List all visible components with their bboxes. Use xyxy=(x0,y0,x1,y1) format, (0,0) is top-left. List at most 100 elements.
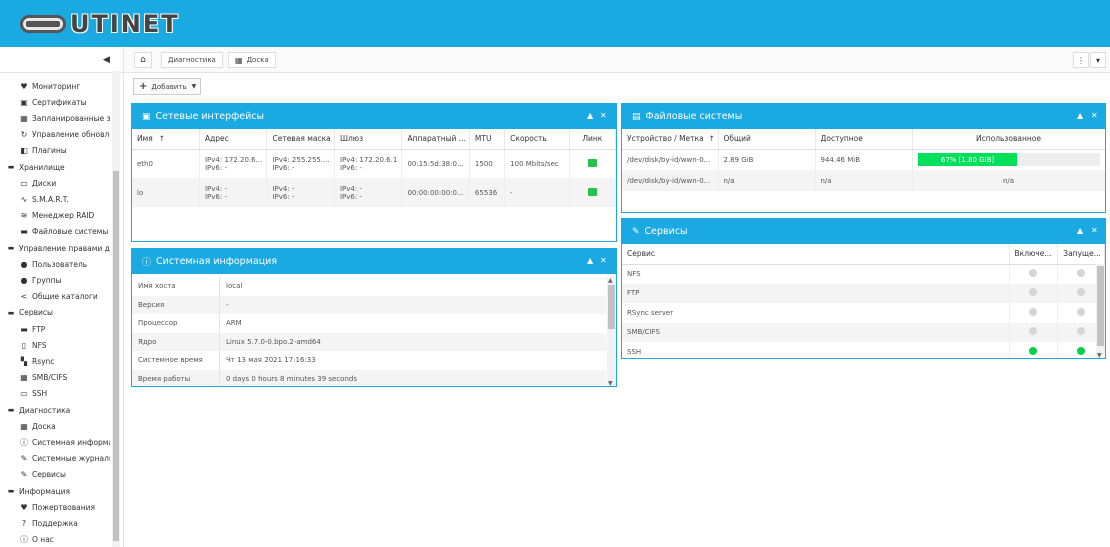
filesystems-table: Устройство / Метка ↑ Общий Доступное Использ… xyxy=(622,129,1105,191)
table-row[interactable]: /dev/disk/by-id/wwn-0... n/a n/a n/a xyxy=(622,170,1105,191)
sidebar-item-15[interactable]: ▬ FTP xyxy=(19,322,45,336)
sidebar-item-21[interactable]: ▦ Доска xyxy=(19,419,55,433)
column-header[interactable]: Доступное xyxy=(815,129,913,150)
home-icon[interactable]: ⌂ xyxy=(134,52,152,68)
sidebar-item-1[interactable]: ▣ Сертификаты xyxy=(19,95,87,109)
sidebar-item-27[interactable]: ? Поддержка xyxy=(19,516,78,530)
collapse-icon[interactable]: ▲ xyxy=(587,256,593,265)
sidebar-item-28[interactable]: ⓘ О нас xyxy=(19,533,54,547)
sidebar-item-label: Менеджер RAID xyxy=(32,211,95,221)
sidebar-group-14[interactable]: ▬ Сервисы xyxy=(6,306,53,320)
add-button[interactable]: + Добавить ▼ xyxy=(133,78,201,95)
sidebar-item-13[interactable]: < Общие каталоги xyxy=(19,290,98,304)
minus-square-icon: ▬ xyxy=(7,244,15,252)
caret-down-icon[interactable]: ▾ xyxy=(1090,52,1106,68)
sidebar-group-20[interactable]: ▬ Диагностика xyxy=(6,403,71,417)
close-icon[interactable]: ✕ xyxy=(1091,226,1098,235)
hdd-icon: ▭ xyxy=(20,178,28,188)
column-header[interactable]: Скорость xyxy=(504,129,570,150)
sidebar-item-18[interactable]: ▦ SMB/CIFS xyxy=(19,371,67,385)
collapse-icon[interactable]: ▲ xyxy=(1077,226,1083,235)
sidebar-item-label: Пожертвования xyxy=(32,502,96,512)
table-row[interactable]: /dev/disk/by-id/wwn-0... 2.89 GiB 944.46 M… xyxy=(622,149,1105,170)
table-row[interactable]: SSH xyxy=(622,342,1105,358)
breadcrumb-diagnostics[interactable]: Диагностика xyxy=(161,52,223,68)
close-icon[interactable]: ✕ xyxy=(600,111,607,120)
column-header[interactable]: Использованное xyxy=(912,129,1105,150)
refresh-icon: ↻ xyxy=(20,130,28,140)
column-header[interactable]: MTU xyxy=(469,129,506,150)
sidebar-item-label: Сертификаты xyxy=(32,97,87,107)
heart-pulse-icon: ♥ xyxy=(20,81,28,91)
sidebar-item-11[interactable]: ● Пользователь xyxy=(19,257,88,271)
column-header[interactable]: Общий xyxy=(718,129,816,150)
column-header[interactable]: Шлюз xyxy=(334,129,403,150)
column-header[interactable]: Запуще... xyxy=(1057,244,1105,265)
column-header[interactable]: Сервис xyxy=(622,244,1010,265)
collapse-icon[interactable]: ▲ xyxy=(587,111,593,120)
sidebar-group-10[interactable]: ▬ Управление правами доступа xyxy=(6,241,110,255)
sidebar-item-label: Сервисы xyxy=(32,470,66,480)
column-header[interactable]: Аппаратный ... xyxy=(401,129,470,150)
sidebar-item-8[interactable]: ≋ Менеджер RAID xyxy=(19,209,95,223)
cell-text: IPv4: - xyxy=(339,184,362,193)
column-header[interactable]: Включе... xyxy=(1009,244,1059,265)
sidebar-item-17[interactable]: ▚ Rsync xyxy=(19,354,55,368)
info-key: Системное время xyxy=(132,351,220,370)
sidebar-group-25[interactable]: ▬ Информация xyxy=(6,484,70,498)
sidebar-scrollbar[interactable] xyxy=(112,71,120,547)
breadcrumb-dashboard[interactable]: ▦ Доска xyxy=(228,52,276,68)
sidebar-item-22[interactable]: ⓘ Системная информация xyxy=(19,435,110,449)
collapse-icon[interactable]: ▲ xyxy=(1077,111,1083,120)
close-icon[interactable]: ✕ xyxy=(1091,111,1098,120)
column-header[interactable]: Имя ↑ xyxy=(132,129,200,150)
sidebar-group-5[interactable]: ▬ Хранилище xyxy=(6,160,65,174)
table-row[interactable]: lo IPv4: - IPv6: - IPv4: - IPv6: - IPv4: - IPv… xyxy=(132,178,616,207)
sidebar-item-26[interactable]: ♥ Пожертвования xyxy=(19,500,95,514)
table-row[interactable]: NFS xyxy=(622,264,1105,284)
services-scroll-thumb[interactable] xyxy=(1097,266,1104,346)
table-row[interactable]: eth0 IPv4: 172.20.6... IPv6: - IPv4: 255.25… xyxy=(132,149,616,178)
close-icon[interactable]: ✕ xyxy=(600,256,607,265)
info-value: local xyxy=(226,282,243,291)
table-row[interactable]: SMB/CIFS xyxy=(622,322,1105,342)
brand-logo[interactable]: UTINET xyxy=(20,10,180,38)
column-header[interactable]: Линк xyxy=(569,129,616,150)
enabled-status-icon xyxy=(1029,288,1038,297)
column-header-label: MTU xyxy=(474,134,492,144)
sidebar-item-2[interactable]: ▦ Запланированные задачи xyxy=(19,111,110,125)
table-cell: 2.89 GiB xyxy=(718,149,816,170)
folder-icon: ▬ xyxy=(20,227,28,237)
widget-title: Файловые системы xyxy=(645,111,743,122)
info-icon: ⓘ xyxy=(20,437,28,447)
sidebar-item-9[interactable]: ▬ Файловые системы xyxy=(19,225,108,239)
chevron-left-icon[interactable]: ◀ xyxy=(103,55,110,65)
sidebar-item-3[interactable]: ↻ Управление обновлениями xyxy=(19,128,110,142)
sidebar-item-6[interactable]: ▭ Диски xyxy=(19,176,56,190)
sidebar-item-19[interactable]: ▭ SSH xyxy=(19,387,47,401)
sidebar-item-7[interactable]: ∿ S.M.A.R.T. xyxy=(19,192,69,206)
sidebar-item-4[interactable]: ◧ Плагины xyxy=(19,144,66,158)
sidebar-item-12[interactable]: ● Группы xyxy=(19,273,62,287)
table-cell: 1500 xyxy=(469,149,506,178)
sidebar-item-24[interactable]: ✎ Сервисы xyxy=(19,468,66,482)
sysinfo-scroll-thumb[interactable] xyxy=(608,285,615,329)
sidebar-item-23[interactable]: ✎ Системные журналы xyxy=(19,452,110,466)
sidebar-scroll-thumb[interactable] xyxy=(113,171,119,541)
sysinfo-scrollbar[interactable]: ▲ ▼ xyxy=(607,277,616,386)
sidebar-item-0[interactable]: ♥ Мониторинг xyxy=(19,79,80,93)
cell-text: IPv4: 255.255.... xyxy=(272,155,330,164)
filesystems-widget: ▤ Файловые системы ▲ ✕ Устройство / Метк… xyxy=(621,103,1106,213)
cell-text: eth0 xyxy=(137,159,153,168)
puzzle-icon: ◧ xyxy=(20,146,28,156)
table-row[interactable]: FTP xyxy=(622,283,1105,303)
more-vertical-icon[interactable]: ⋮ xyxy=(1073,52,1089,68)
services-scrollbar[interactable]: ▼ xyxy=(1096,264,1105,358)
column-header[interactable]: Сетевая маска xyxy=(266,129,335,150)
service-name: NFS xyxy=(622,264,1010,284)
table-row[interactable]: RSync server xyxy=(622,303,1105,323)
sidebar-item-16[interactable]: ▯ NFS xyxy=(19,338,47,352)
column-header[interactable]: Адрес xyxy=(199,129,268,150)
enabled-status-icon xyxy=(1029,269,1038,277)
column-header[interactable]: Устройство / Метка ↑ xyxy=(622,129,719,150)
